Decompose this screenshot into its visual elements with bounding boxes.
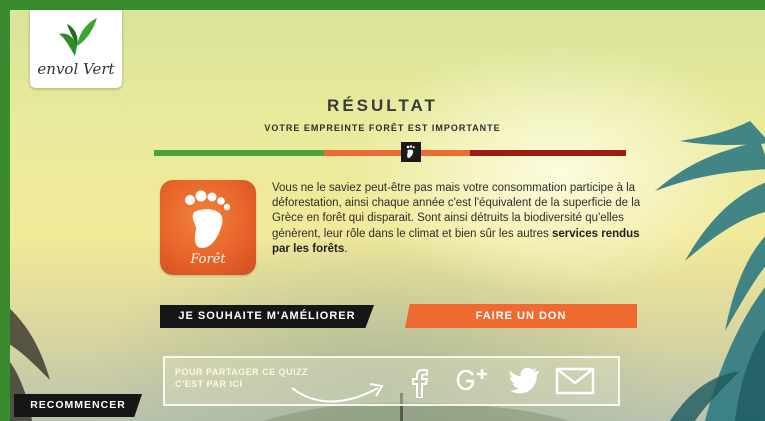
logo-text: envol Vert — [37, 60, 115, 78]
mail-icon[interactable] — [555, 366, 595, 396]
meter-segment-high — [470, 150, 626, 156]
share-label-line1: POUR PARTAGER CE QUIZZ — [175, 367, 309, 377]
twitter-icon[interactable] — [508, 366, 542, 396]
result-description: Vous ne le saviez peut-être pas mais vot… — [272, 181, 652, 257]
forest-app-label: Forêt — [190, 252, 226, 267]
palm-tree-right-decoration — [655, 121, 765, 421]
footprint-meter — [154, 150, 626, 156]
result-subtitle: VOTRE EMPREINTE FORÊT EST IMPORTANTE — [264, 123, 501, 133]
share-panel: POUR PARTAGER CE QUIZZ C'EST PAR ICI — [163, 356, 620, 406]
meter-segment-low — [154, 150, 324, 156]
donate-button[interactable]: FAIRE UN DON — [405, 304, 637, 328]
top-frame-bar — [0, 0, 765, 10]
footprint-icon — [406, 145, 415, 158]
footprint-icon — [185, 190, 231, 248]
envol-vert-logo[interactable]: envol Vert — [30, 10, 122, 88]
improve-button[interactable]: JE SOUHAITE M'AMÉLIORER — [160, 305, 374, 328]
meter-marker — [401, 142, 421, 162]
butterfly-leaf-icon — [59, 18, 97, 56]
facebook-icon[interactable] — [409, 366, 431, 398]
curved-arrow-icon — [291, 383, 384, 403]
result-title: RÉSULTAT — [327, 96, 438, 115]
description-end: . — [344, 242, 348, 255]
left-frame-bar — [0, 0, 10, 421]
google-plus-icon[interactable] — [455, 366, 495, 398]
quiz-result-screen: envol Vert RÉSULTAT VOTRE EMPREINTE FORÊ… — [0, 0, 765, 421]
restart-button[interactable]: RECOMMENCER — [14, 394, 142, 417]
meter-segment-medium — [324, 150, 470, 156]
forest-app-icon: Forêt — [160, 180, 256, 275]
